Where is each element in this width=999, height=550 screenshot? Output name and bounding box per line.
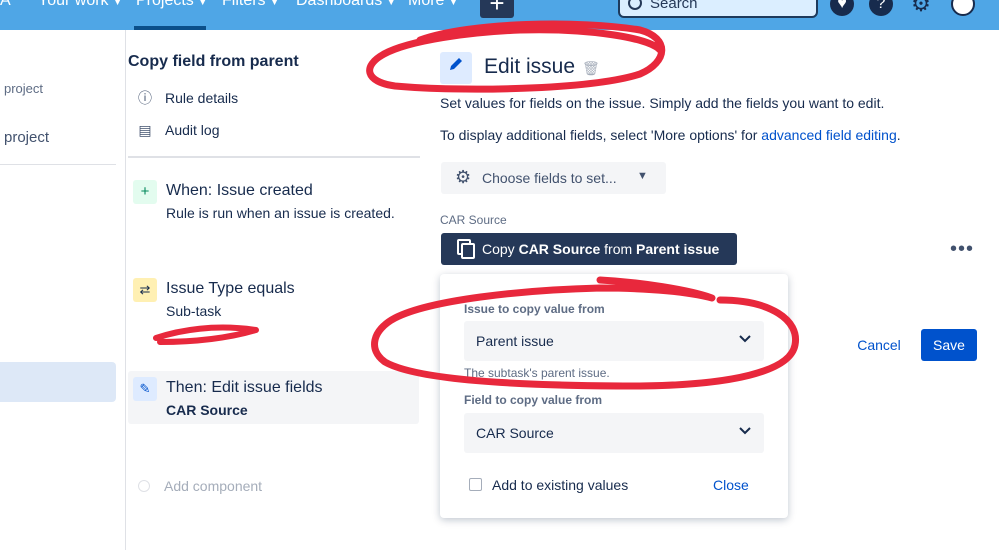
- nav-filters[interactable]: Filters ▼: [222, 0, 279, 10]
- advanced-field-editing-link[interactable]: advanced field editing: [761, 127, 896, 143]
- field-source-label: Field to copy value from: [464, 393, 603, 407]
- rule-panel: Copy field from parent ⓘ Rule details ▤ Au…: [128, 30, 420, 550]
- add-to-existing-checkbox[interactable]: [469, 478, 482, 491]
- copy-button-label: Copy CAR Source from Parent issue: [482, 241, 719, 257]
- settings-icon[interactable]: ⚙: [909, 0, 933, 16]
- sidebar-divider: [0, 164, 116, 165]
- more-options-text: To display additional fields, select 'Mo…: [440, 127, 901, 143]
- nav-more[interactable]: More ▼: [408, 0, 458, 10]
- top-navigation: A Your work ▼ Projects ▼ Filters ▼ Dashboar…: [0, 0, 999, 30]
- sidebar-item-project[interactable]: project: [4, 129, 49, 146]
- gear-icon: ⚙: [455, 167, 472, 187]
- condition-component[interactable]: ⇄ Issue Type equals Sub-task: [133, 278, 419, 326]
- trigger-component[interactable]: + When: Issue created Rule is run when a…: [133, 180, 419, 228]
- issue-source-label: Issue to copy value from: [464, 302, 605, 316]
- rule-title: Copy field from parent: [128, 53, 299, 70]
- nav-dashboards[interactable]: Dashboards ▼: [296, 0, 396, 10]
- chevron-down-icon: ▼: [386, 0, 397, 8]
- search-placeholder: Search: [650, 0, 698, 12]
- help-icon[interactable]: ?: [869, 0, 893, 16]
- more-options-suffix: .: [896, 127, 901, 143]
- copy-middle: from: [600, 241, 637, 257]
- add-component-button[interactable]: Add component: [138, 478, 262, 494]
- search-icon: [628, 0, 642, 10]
- audit-log-label: Audit log: [165, 122, 220, 138]
- action-component[interactable]: ✎ Then: Edit issue fields CAR Source: [128, 371, 419, 424]
- project-sidebar: project project: [0, 30, 126, 550]
- chevron-down-icon: ▼: [448, 0, 459, 8]
- chevron-down-icon: ▼: [197, 0, 208, 8]
- add-to-existing-label[interactable]: Add to existing values: [492, 477, 628, 493]
- chevron-down-icon: ▼: [112, 0, 123, 8]
- document-icon: ▤: [138, 122, 152, 138]
- save-button[interactable]: Save: [921, 329, 977, 361]
- trigger-title: When: Issue created: [166, 182, 313, 199]
- action-title: Then: Edit issue fields: [166, 379, 323, 396]
- plus-icon: +: [133, 180, 157, 204]
- edit-description: Set values for fields on the issue. Simp…: [440, 95, 885, 111]
- copy-icon-front: [461, 243, 475, 259]
- nav-your-work-label: Your work: [38, 0, 109, 9]
- sidebar-item-project-small[interactable]: project: [4, 81, 43, 96]
- field-source-value: CAR Source: [476, 425, 554, 441]
- action-subtitle: CAR Source: [166, 402, 248, 418]
- issue-source-select[interactable]: Parent issue: [464, 321, 764, 361]
- copy-field-button[interactable]: Copy CAR Source from Parent issue: [441, 233, 737, 265]
- cancel-button[interactable]: Cancel: [848, 329, 910, 361]
- page-title: Edit issue: [484, 55, 576, 78]
- copy-source-name: Parent issue: [636, 241, 720, 257]
- nav-filters-label: Filters: [222, 0, 266, 9]
- pencil-icon: [440, 52, 472, 84]
- pencil-icon: ✎: [133, 377, 157, 401]
- chevron-down-icon: [738, 331, 752, 348]
- shuffle-icon: ⇄: [133, 278, 157, 302]
- copy-settings-popup: Issue to copy value from Parent issue Th…: [440, 274, 788, 518]
- more-options-prefix: To display additional fields, select 'Mo…: [440, 127, 762, 143]
- chevron-down-icon: ▼: [269, 0, 280, 8]
- field-source-select[interactable]: CAR Source: [464, 413, 764, 453]
- close-button[interactable]: Close: [713, 477, 749, 493]
- nav-more-label: More: [408, 0, 445, 9]
- sidebar-item-selected[interactable]: [0, 362, 116, 402]
- trigger-subtitle: Rule is run when an issue is created.: [166, 205, 395, 221]
- more-options-icon[interactable]: •••: [950, 238, 974, 261]
- rule-details-link[interactable]: ⓘ Rule details: [137, 88, 238, 108]
- create-button[interactable]: +: [480, 0, 514, 18]
- copy-prefix: Copy: [482, 241, 519, 257]
- condition-subtitle: Sub-task: [166, 303, 222, 319]
- nav-partial-label: A: [0, 0, 11, 9]
- nav-dashboards-label: Dashboards: [296, 0, 383, 9]
- avatar[interactable]: [951, 0, 975, 16]
- chevron-down-icon: [738, 423, 752, 440]
- notifications-icon[interactable]: ♥: [830, 0, 854, 16]
- choose-fields-button[interactable]: ⚙ Choose fields to set... ▼: [441, 162, 666, 194]
- circle-icon: [138, 480, 150, 492]
- chevron-down-icon: ▼: [637, 170, 648, 182]
- audit-log-link[interactable]: ▤ Audit log: [137, 122, 219, 139]
- nav-your-work[interactable]: Your work ▼: [38, 0, 122, 10]
- trash-icon[interactable]: 🗑: [582, 60, 600, 77]
- nav-projects-label: Projects: [136, 0, 194, 9]
- nav-partial-item[interactable]: A: [0, 0, 11, 10]
- issue-source-helper: The subtask's parent issue.: [464, 366, 610, 380]
- add-component-label: Add component: [164, 478, 263, 494]
- issue-source-value: Parent issue: [476, 333, 554, 349]
- rule-panel-divider: [128, 156, 420, 158]
- info-icon: ⓘ: [138, 90, 152, 106]
- rule-details-label: Rule details: [165, 90, 239, 106]
- copy-field-name: CAR Source: [518, 241, 601, 257]
- nav-projects[interactable]: Projects ▼: [136, 0, 208, 10]
- search-input[interactable]: Search: [618, 0, 818, 18]
- choose-fields-label: Choose fields to set...: [482, 170, 617, 186]
- condition-title: Issue Type equals: [166, 280, 295, 297]
- car-source-field-label: CAR Source: [440, 213, 507, 227]
